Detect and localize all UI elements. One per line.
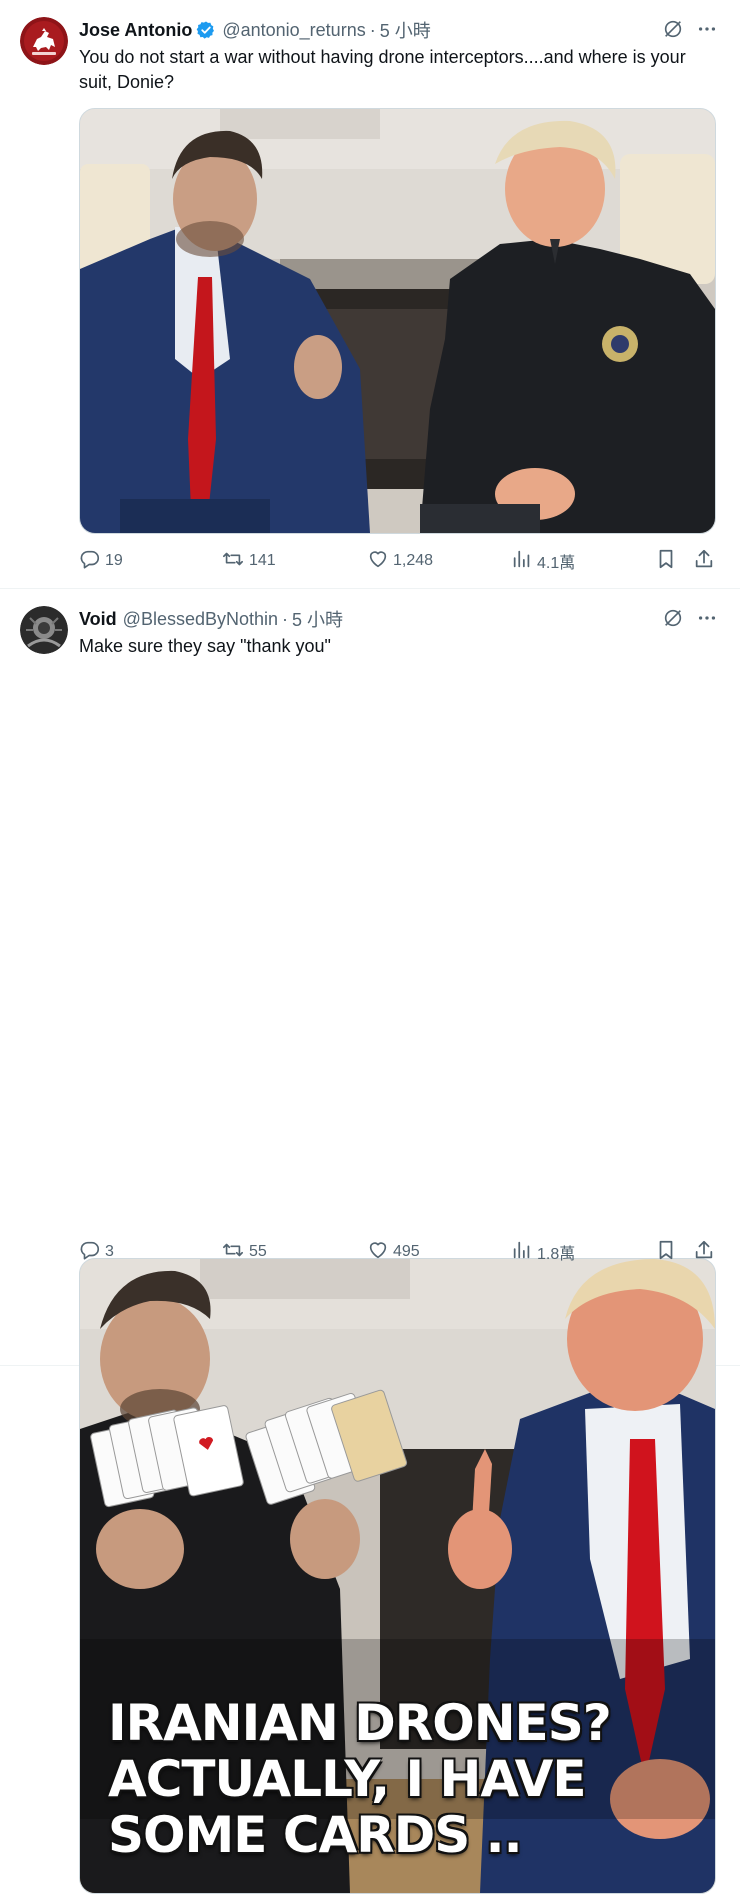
like-button[interactable]: 495	[367, 1240, 420, 1264]
like-icon	[367, 1239, 389, 1266]
bookmark-icon	[655, 548, 677, 575]
image-caption-line: IRANIAN DRONES?	[108, 1694, 612, 1752]
tweet-header: Void @BlessedByNothin · 5 小時	[79, 607, 660, 631]
reply-count: 3	[105, 1243, 114, 1260]
tweet-header: Jose Antonio @antonio_returns · 5 小時	[79, 18, 660, 42]
image-caption-line: SOME CARDS ..	[108, 1806, 523, 1864]
grok-icon[interactable]	[662, 607, 684, 629]
views-count: 1.8萬	[537, 1246, 576, 1263]
reply-icon	[79, 548, 101, 575]
retweet-icon	[221, 548, 245, 575]
retweet-count: 141	[249, 552, 276, 569]
timestamp[interactable]: 5 小時	[380, 17, 431, 43]
separator-dot: ·	[369, 19, 376, 40]
grok-icon[interactable]	[662, 18, 684, 40]
separator-dot: ·	[282, 608, 289, 629]
tweet-actions: 3 55 495 1.8萬	[79, 1240, 719, 1264]
retweet-button[interactable]: 141	[221, 549, 276, 573]
views-count: 4.1萬	[537, 555, 576, 572]
retweet-count: 55	[249, 1243, 267, 1260]
display-name[interactable]: Void	[79, 609, 117, 630]
tweet-actions: 19 141 1,248 4.1萬	[79, 549, 719, 573]
tweet-image[interactable]	[79, 108, 716, 534]
like-button[interactable]: 1,248	[367, 549, 433, 573]
tweet-top-actions	[662, 18, 718, 40]
like-count: 495	[393, 1243, 420, 1260]
views-button[interactable]: 1.8萬	[511, 1240, 575, 1264]
timeline-feed: Jose Antonio @antonio_returns · 5 小時 You…	[0, 0, 740, 1894]
share-icon	[693, 1239, 715, 1266]
retweet-button[interactable]: 55	[221, 1240, 267, 1264]
reply-icon	[79, 1239, 101, 1266]
bookmark-button[interactable]	[655, 1240, 677, 1264]
reply-button[interactable]: 19	[79, 549, 123, 573]
share-icon	[693, 548, 715, 575]
views-icon	[511, 1239, 533, 1266]
avatar[interactable]	[20, 17, 68, 65]
timestamp[interactable]: 5 小時	[292, 606, 343, 632]
more-icon[interactable]	[696, 18, 718, 40]
image-caption-line: ACTUALLY, I HAVE	[108, 1750, 587, 1808]
tweet-text: You do not start a war without having dr…	[79, 47, 686, 92]
more-icon[interactable]	[696, 607, 718, 629]
tweet-image[interactable]: IRANIAN DRONES? ACTUALLY, I HAVE SOME CA…	[79, 1258, 716, 1894]
views-button[interactable]: 4.1萬	[511, 549, 575, 573]
share-button[interactable]	[693, 549, 715, 573]
verified-badge-icon	[196, 20, 216, 40]
like-icon	[367, 548, 389, 575]
reply-button[interactable]: 3	[79, 1240, 114, 1264]
tweet-text: Make sure they say "thank you"	[79, 636, 331, 656]
tweet[interactable]: Void @BlessedByNothin · 5 小時 Make sure t…	[0, 589, 740, 1894]
views-icon	[511, 548, 533, 575]
retweet-icon	[221, 1239, 245, 1266]
bookmark-button[interactable]	[655, 549, 677, 573]
avatar[interactable]	[20, 606, 68, 654]
display-name[interactable]: Jose Antonio	[79, 20, 192, 41]
like-count: 1,248	[393, 552, 434, 569]
user-handle[interactable]: @antonio_returns	[222, 20, 365, 41]
image-caption: IRANIAN DRONES? ACTUALLY, I HAVE SOME CA…	[108, 1694, 612, 1864]
user-handle[interactable]: @BlessedByNothin	[123, 609, 278, 630]
bookmark-icon	[655, 1239, 677, 1266]
tweet[interactable]: Jose Antonio @antonio_returns · 5 小時 You…	[0, 0, 740, 589]
reply-count: 19	[105, 552, 123, 569]
share-button[interactable]	[693, 1240, 715, 1264]
tweet-top-actions	[662, 607, 718, 629]
